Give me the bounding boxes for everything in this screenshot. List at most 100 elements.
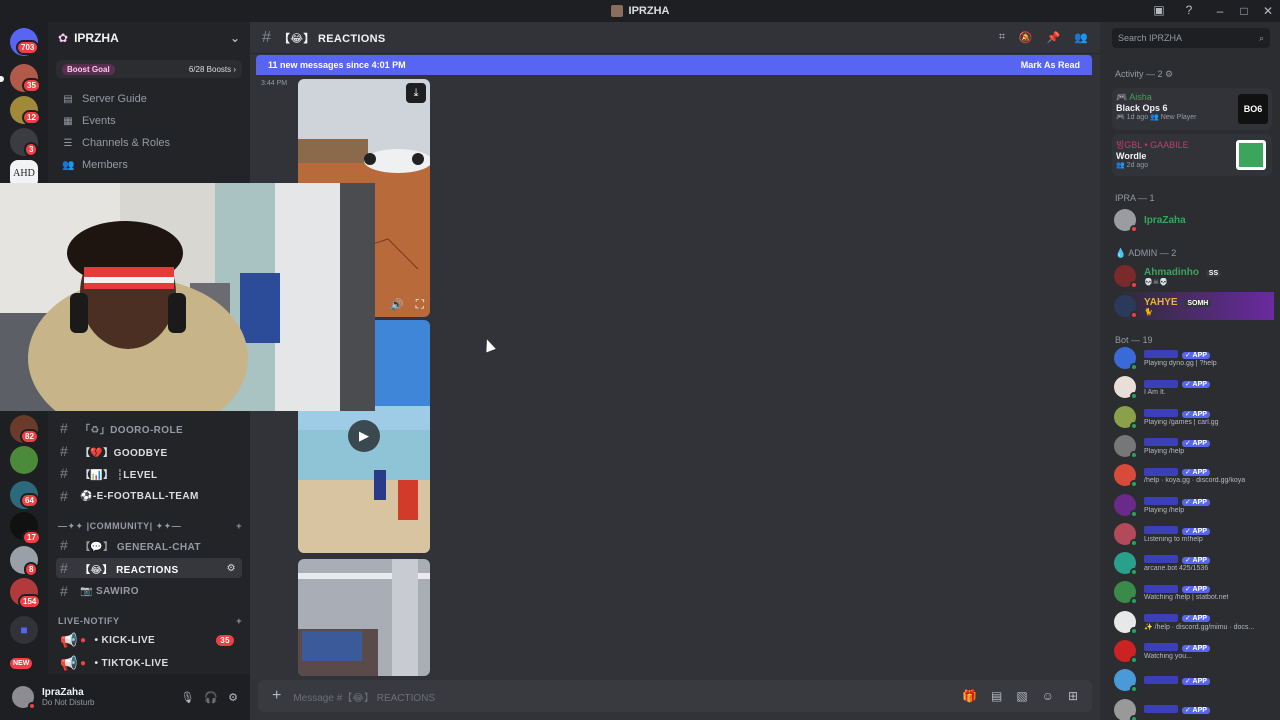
channel-reactions[interactable]: # 【😂】 REACTIONS ⚙ <box>56 558 242 578</box>
member-bot[interactable]: ✓ APP I Am It. <box>1114 373 1274 401</box>
nav-events[interactable]: ▦ Events <box>48 110 250 132</box>
member-bot[interactable]: ✓ APP Playing /games | carl.gg <box>1114 403 1274 431</box>
user-panel: IpraZaha Do Not Disturb 🎙 🎧 ⚙ <box>0 674 250 720</box>
member-status: 💀☠💀 <box>1144 278 1168 286</box>
inbox-icon[interactable]: ▣ <box>1152 3 1166 17</box>
nav-members[interactable]: 👥 Members <box>48 154 250 176</box>
member-status: arcane.bot 425/1536 <box>1144 565 1209 573</box>
download-icon[interactable]: ⤓ <box>406 83 426 103</box>
member-bot[interactable]: ✓ APP Playing /help <box>1114 432 1274 460</box>
member-bot[interactable]: ✓ APP Playing /help <box>1114 491 1274 519</box>
app-tag: ✓ APP <box>1182 557 1210 565</box>
microphone-icon[interactable]: 🎙 <box>180 691 194 704</box>
category-label: LIVE-NOTIFY <box>58 616 120 626</box>
message-input[interactable]: Message #【😂】 REACTIONS <box>293 689 435 704</box>
add-attachment-icon[interactable]: + <box>272 687 281 705</box>
avatar[interactable] <box>12 686 36 710</box>
activity-card[interactable]: 빙GBL • GAABILE Wordle 👥 2d ago <box>1112 134 1272 176</box>
online-status-icon <box>1130 568 1138 577</box>
video-attachment[interactable] <box>298 559 430 676</box>
new-messages-bar[interactable]: 11 new messages since 4:01 PM Mark As Re… <box>256 55 1092 75</box>
member-bot[interactable]: ✓ APP Listening to m!help <box>1114 520 1274 548</box>
channel-tiktok-live[interactable]: 📢 ● • TIKTOK-LIVE <box>56 653 242 673</box>
online-status-icon <box>1130 685 1138 694</box>
verified-icon: ✿ <box>58 31 69 45</box>
help-icon[interactable]: ? <box>1182 3 1196 17</box>
list-icon: ☰ <box>63 137 73 149</box>
bot-name-row: ✓ APP <box>1144 675 1210 686</box>
maximize-button[interactable]: □ <box>1232 0 1256 22</box>
member-status: ✨ /help · discord.gg/mimu · docs... <box>1144 624 1255 632</box>
nav-server-guide[interactable]: ▤ Server Guide <box>48 88 250 110</box>
member-status: Watching you... <box>1144 653 1192 660</box>
member-bot[interactable]: ✓ APP Playing dyno.gg | ?help <box>1114 344 1274 372</box>
member-owner[interactable]: IpraZaha <box>1114 206 1274 234</box>
bot-name-row: ✓ APP <box>1144 554 1210 565</box>
activity-tag: New Player <box>1160 114 1197 121</box>
emoji-icon[interactable]: ☺ <box>1042 689 1054 703</box>
threads-icon[interactable]: ⌗ <box>999 31 1005 44</box>
folder-icon[interactable]: ■ <box>10 616 38 644</box>
member-bot[interactable]: ✓ APP Watching you... <box>1114 637 1274 665</box>
volume-icon[interactable]: 🔊 <box>390 298 404 311</box>
guild-header[interactable]: ✿ IPRZHA ⌄ <box>48 22 250 54</box>
avatar <box>1114 640 1138 664</box>
bot-name-redacted <box>1144 676 1178 685</box>
member-bot[interactable]: ✓ APP <box>1114 696 1274 720</box>
category-live-notify[interactable]: LIVE-NOTIFY + <box>58 616 242 626</box>
server-item[interactable] <box>10 446 38 474</box>
gift-icon[interactable]: 🎁 <box>962 689 977 703</box>
close-button[interactable]: ✕ <box>1256 0 1280 22</box>
channel-sawiro[interactable]: # 📷 SAWIRO <box>56 581 242 601</box>
channel-dooro-role[interactable]: # 「♻」DOORO-ROLE <box>56 418 242 438</box>
plus-icon[interactable]: + <box>236 616 242 626</box>
notification-bell-icon[interactable]: 🔕 <box>1019 31 1033 44</box>
headphones-icon[interactable]: 🎧 <box>204 691 218 704</box>
play-icon[interactable]: ▶ <box>348 420 380 452</box>
mention-badge: 64 <box>20 493 39 508</box>
settings-gear-icon[interactable]: ⚙ <box>227 563 236 574</box>
plus-icon[interactable]: + <box>236 521 242 532</box>
message-composer[interactable]: + Message #【😂】 REACTIONS 🎁 ▤ ▧ ☺ ⊞ <box>258 680 1092 712</box>
channel-level[interactable]: # 【📊】 ┆LEVEL <box>56 463 242 483</box>
category-community[interactable]: —✦✦ |COMMUNITY| ✦✦— + <box>58 521 242 532</box>
sticker-icon[interactable]: ▧ <box>1016 689 1027 703</box>
search-input[interactable]: Search IPRZHA ⌕ <box>1112 28 1270 48</box>
member-bot[interactable]: ✓ APP/help · koya.gg · discord.gg/koya <box>1114 461 1274 489</box>
pin-icon[interactable]: 📌 <box>1047 31 1061 44</box>
bot-name-row: ✓ APP <box>1144 437 1210 448</box>
avatar <box>1114 464 1138 489</box>
avatar <box>1114 295 1138 319</box>
boost-goal-bar[interactable]: Boost Goal 6/28 Boosts › <box>56 60 242 78</box>
settings-gear-icon[interactable]: ⚙ <box>228 691 238 704</box>
channel-general-chat[interactable]: # 【💬】 GENERAL-CHAT <box>56 535 242 555</box>
gif-icon[interactable]: ▤ <box>991 689 1002 703</box>
channel-goodbye[interactable]: # 【💔】GOODBYE <box>56 441 242 461</box>
avatar <box>1114 610 1138 635</box>
avatar <box>1114 347 1138 371</box>
bot-name-redacted <box>1144 613 1178 622</box>
nav-channels-roles[interactable]: ☰ Channels & Roles <box>48 132 250 154</box>
member-list-icon[interactable]: 👥 <box>1074 31 1088 44</box>
fullscreen-icon[interactable]: ⛶ <box>416 297 424 312</box>
channel-kick-live[interactable]: 📢 ● • KICK-LIVE 35 <box>56 630 242 650</box>
member-bot[interactable]: ✓ APP <box>1114 666 1274 694</box>
minimize-button[interactable]: – <box>1208 0 1232 22</box>
member-bot[interactable]: ✓ APP arcane.bot 425/1536 <box>1114 549 1274 577</box>
red-dot-icon: ● <box>80 634 87 646</box>
activity-card[interactable]: 🎮 Aisha Black Ops 6 🎮 1d ago 👥 New Playe… <box>1112 88 1272 130</box>
app-tag: ✓ APP <box>1182 586 1210 594</box>
avatar <box>1114 376 1138 401</box>
channel-efootball[interactable]: # ⚽-E-FOOTBALL-TEAM <box>56 486 242 506</box>
member-admin[interactable]: Ahmadinho SS 💀☠💀 <box>1114 262 1274 290</box>
member-admin[interactable]: YAHYE SOMH 🐈 <box>1114 292 1274 320</box>
member-bot[interactable]: ✓ APP Watching /help | statbot.net <box>1114 578 1274 606</box>
bot-name-row: ✓ APP <box>1144 704 1210 715</box>
nav-label: Events <box>82 115 116 127</box>
member-bot[interactable]: ✓ APP ✨ /help · discord.gg/mimu · docs... <box>1114 608 1274 636</box>
avatar <box>1114 552 1138 577</box>
section-ipra: IPRA — 1 <box>1115 193 1155 203</box>
dnd-status-icon <box>28 702 36 710</box>
apps-icon[interactable]: ⊞ <box>1068 689 1078 703</box>
mark-as-read-button[interactable]: Mark As Read <box>1021 60 1080 70</box>
